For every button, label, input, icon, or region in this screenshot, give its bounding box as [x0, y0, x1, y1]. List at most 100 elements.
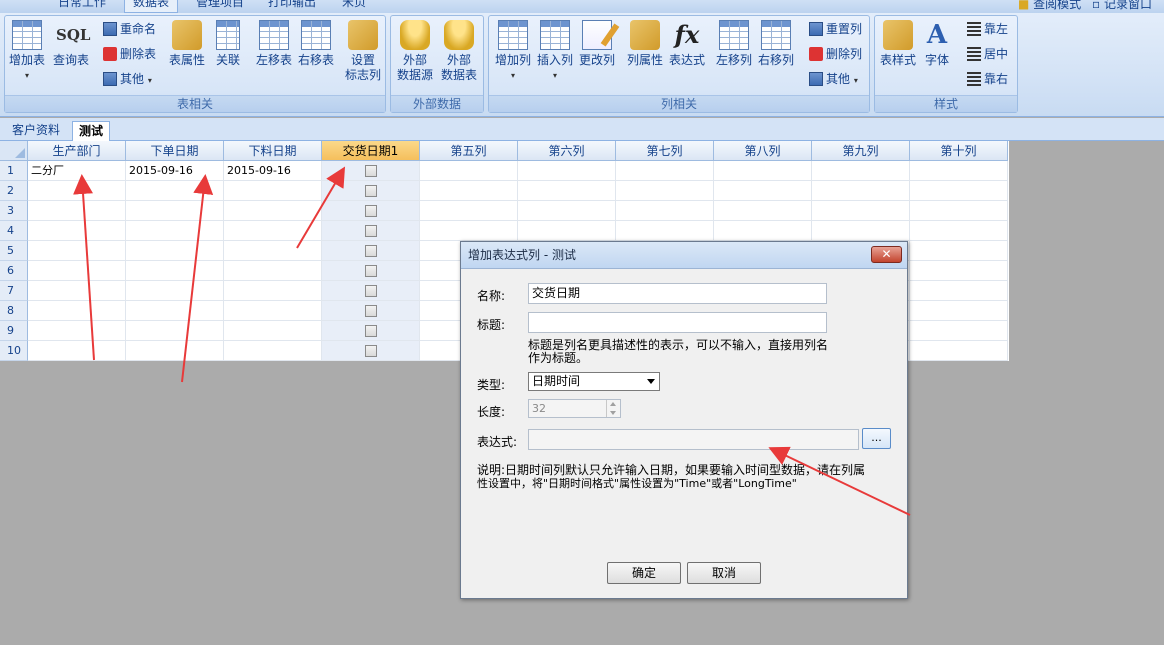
cancel-button[interactable]: 取消 [687, 562, 761, 584]
delete-column-button[interactable]: 删除列 [809, 45, 862, 63]
table-cell[interactable] [224, 341, 322, 361]
table-cell[interactable] [28, 221, 126, 241]
table-cell[interactable] [224, 221, 322, 241]
table-cell[interactable] [518, 181, 616, 201]
table-cell[interactable] [420, 201, 518, 221]
length-stepper[interactable]: 32 [528, 399, 621, 418]
table-cell[interactable] [910, 241, 1008, 261]
table-cell[interactable] [714, 221, 812, 241]
column-header[interactable]: 下料日期 [224, 141, 322, 161]
query-table-button[interactable]: SQL 查询表 [51, 20, 91, 68]
expression-builder-button[interactable]: ... [862, 428, 891, 449]
table-cell[interactable] [224, 321, 322, 341]
tab-extra[interactable]: 宋页 [342, 0, 366, 13]
external-source-button[interactable]: 外部 数据源 [395, 20, 435, 83]
table-cell[interactable] [322, 261, 420, 281]
row-header[interactable]: 2 [0, 181, 28, 201]
table-cell[interactable]: 2015-09-16 [224, 161, 322, 181]
table-cell[interactable] [812, 181, 910, 201]
table-cell[interactable] [616, 181, 714, 201]
table-cell[interactable] [616, 221, 714, 241]
table-cell[interactable] [224, 281, 322, 301]
column-header[interactable]: 第六列 [518, 141, 616, 161]
column-header[interactable]: 第九列 [812, 141, 910, 161]
table-cell[interactable] [322, 181, 420, 201]
table-cell[interactable] [28, 281, 126, 301]
table-cell[interactable] [910, 261, 1008, 281]
table-cell[interactable] [126, 221, 224, 241]
table-cell[interactable] [126, 261, 224, 281]
table-cell[interactable] [518, 221, 616, 241]
move-column-left-button[interactable]: 左移列 [715, 20, 753, 68]
table-cell[interactable] [126, 281, 224, 301]
checkbox[interactable] [365, 165, 377, 177]
table-cell[interactable] [28, 301, 126, 321]
table-cell[interactable] [812, 161, 910, 181]
table-cell[interactable] [126, 241, 224, 261]
table-cell[interactable] [616, 201, 714, 221]
row-header[interactable]: 7 [0, 281, 28, 301]
table-cell[interactable]: 2015-09-16 [126, 161, 224, 181]
ok-button[interactable]: 确定 [607, 562, 681, 584]
table-cell[interactable] [812, 201, 910, 221]
tab-print-output[interactable]: 打印输出 [268, 0, 316, 13]
table-cell[interactable] [420, 161, 518, 181]
align-center-button[interactable]: 居中 [967, 45, 1008, 63]
row-header[interactable]: 3 [0, 201, 28, 221]
table-cell[interactable] [714, 201, 812, 221]
table-other-button[interactable]: 其他 ▾ [103, 70, 152, 88]
table-cell[interactable] [28, 321, 126, 341]
row-header[interactable]: 6 [0, 261, 28, 281]
column-header[interactable]: 第七列 [616, 141, 714, 161]
table-cell[interactable] [28, 241, 126, 261]
table-cell[interactable] [420, 181, 518, 201]
column-header[interactable]: 第八列 [714, 141, 812, 161]
type-select[interactable]: 日期时间 [528, 372, 660, 391]
table-cell[interactable] [910, 321, 1008, 341]
sheet-tab-customer[interactable]: 客户资料 [6, 121, 66, 141]
move-column-right-button[interactable]: 右移列 [757, 20, 795, 68]
view-mode-button[interactable]: ■ 查阅模式 [1018, 0, 1081, 12]
add-table-button[interactable]: 增加表 ▾ [9, 20, 45, 83]
reset-column-button[interactable]: 重置列 [809, 20, 862, 38]
table-cell[interactable] [28, 181, 126, 201]
select-all-corner[interactable] [0, 141, 28, 161]
table-cell[interactable] [714, 181, 812, 201]
align-left-button[interactable]: 靠左 [967, 20, 1008, 38]
sheet-tab-test[interactable]: 测试 [72, 121, 111, 141]
table-cell[interactable] [224, 241, 322, 261]
table-cell[interactable] [518, 201, 616, 221]
table-cell[interactable] [322, 241, 420, 261]
table-cell[interactable] [910, 201, 1008, 221]
table-cell[interactable] [126, 201, 224, 221]
column-header[interactable]: 生产部门 [28, 141, 126, 161]
table-cell[interactable] [126, 341, 224, 361]
table-cell[interactable] [224, 181, 322, 201]
table-cell[interactable] [224, 261, 322, 281]
column-header[interactable]: 交货日期1 [322, 141, 420, 161]
table-cell[interactable] [910, 281, 1008, 301]
external-table-button[interactable]: 外部 数据表 [439, 20, 479, 83]
checkbox[interactable] [365, 245, 377, 257]
table-cell[interactable] [322, 201, 420, 221]
add-column-button[interactable]: 增加列 ▾ [493, 20, 533, 83]
column-other-button[interactable]: 其他 ▾ [809, 70, 858, 88]
checkbox[interactable] [365, 305, 377, 317]
checkbox[interactable] [365, 185, 377, 197]
checkbox[interactable] [365, 265, 377, 277]
column-properties-button[interactable]: 列属性 [625, 20, 665, 68]
table-cell[interactable] [28, 261, 126, 281]
tab-manage-project[interactable]: 管理项目 [196, 0, 244, 13]
table-cell[interactable] [28, 201, 126, 221]
record-window-button[interactable]: ▫ 记录窗口 [1092, 0, 1152, 12]
table-cell[interactable] [714, 161, 812, 181]
table-cell[interactable] [420, 221, 518, 241]
table-cell[interactable] [518, 161, 616, 181]
table-cell[interactable] [322, 301, 420, 321]
table-cell[interactable] [616, 161, 714, 181]
table-cell[interactable] [126, 301, 224, 321]
row-header[interactable]: 4 [0, 221, 28, 241]
table-cell[interactable] [126, 321, 224, 341]
row-header[interactable]: 10 [0, 341, 28, 361]
table-style-button[interactable]: 表样式 [877, 20, 919, 68]
